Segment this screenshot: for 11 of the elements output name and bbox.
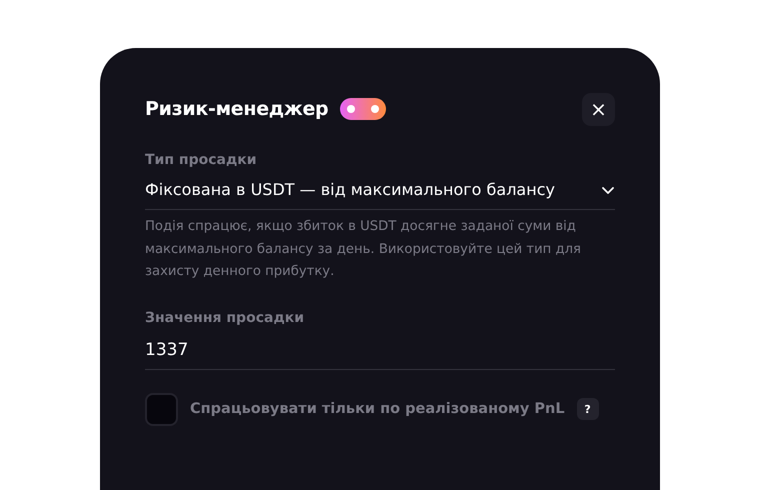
help-text: Подія спрацює, якщо збиток в USDT досягне заданої суми від максимального балансу за день. Використовуйте цей тип для захисту денного прибутку.	[145, 218, 582, 281]
checkbox-label: Спрацьовувати тільки по реалізованому PnL	[190, 401, 565, 417]
toggle-switch[interactable]	[340, 98, 386, 120]
close-button[interactable]: ×	[582, 92, 615, 126]
drawdown-value-field[interactable]: 1337	[145, 326, 615, 370]
field-label: Значення просадки	[145, 310, 306, 326]
checkbox[interactable]	[145, 392, 178, 426]
drawdown-type-select[interactable]: Фіксована в USDT — від максимального балансу	[145, 168, 615, 210]
dialog-title: Ризик-менеджер	[145, 98, 328, 120]
help-badge[interactable]: ?	[576, 398, 599, 420]
field-label: Тип просадки	[145, 152, 258, 168]
